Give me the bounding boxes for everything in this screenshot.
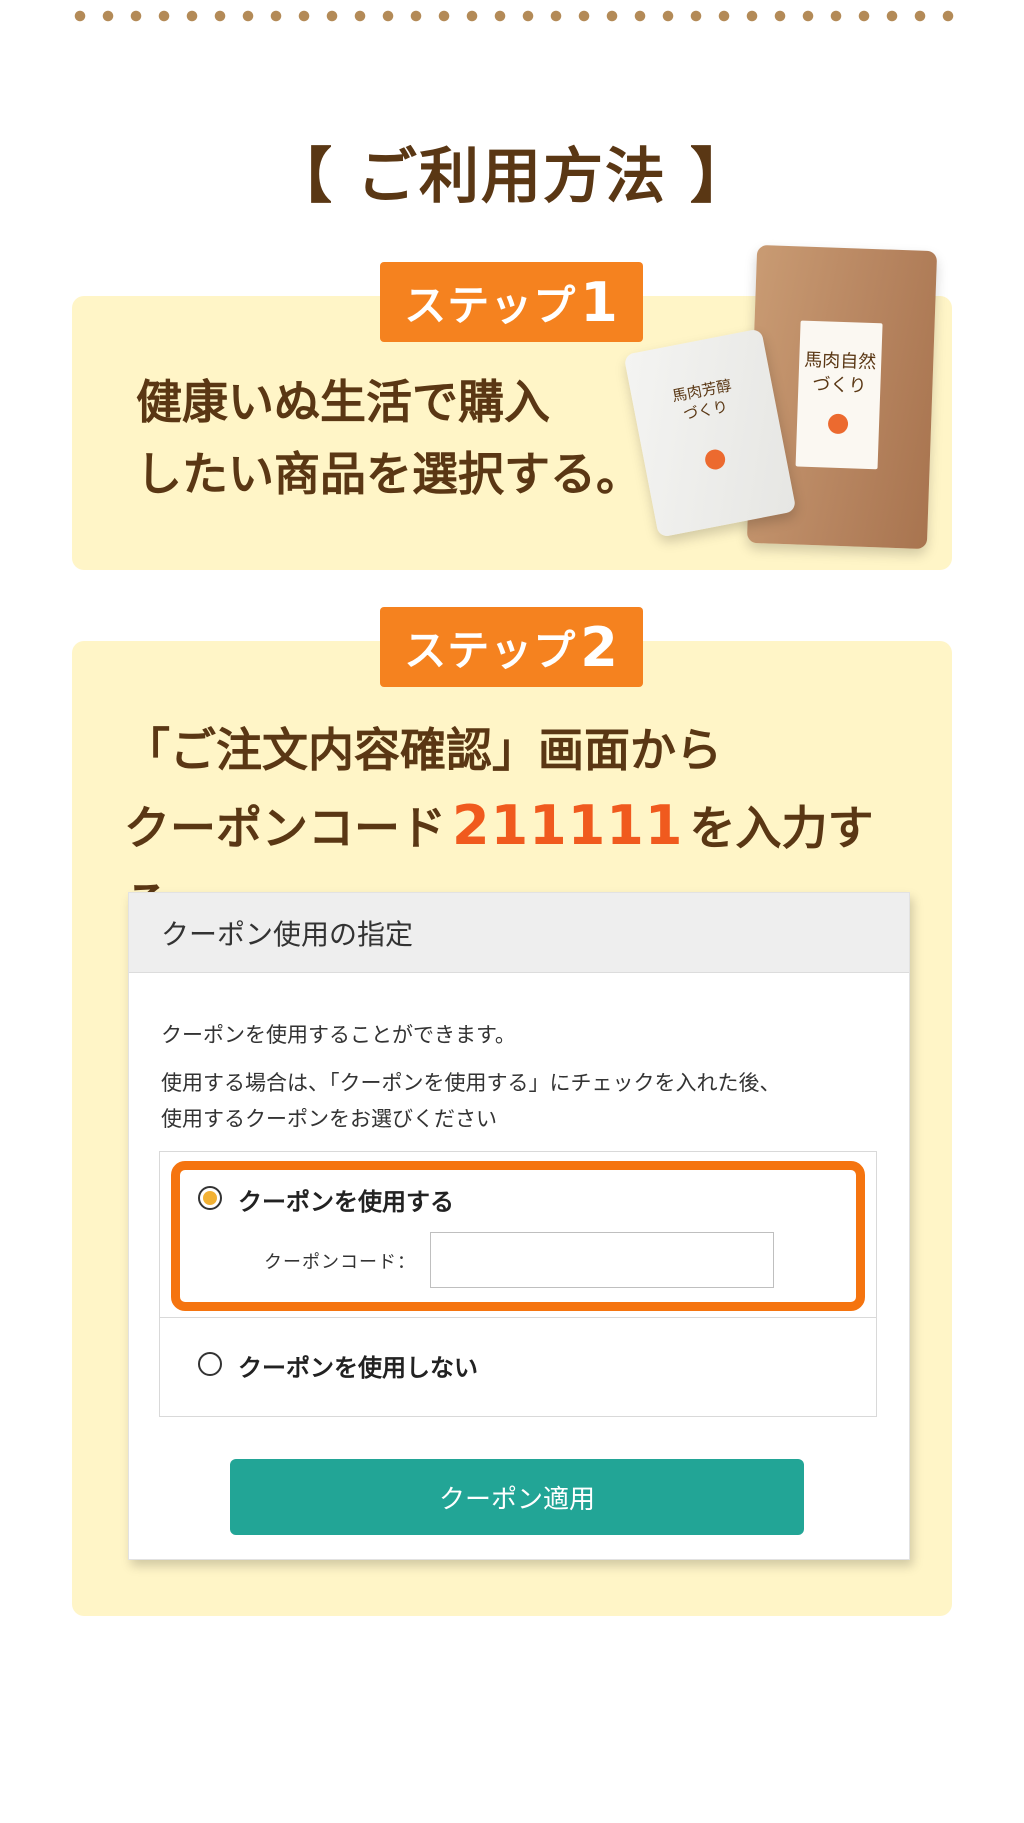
step2-line1: 「ご注文内容確認」画面から	[124, 723, 722, 777]
step1-line2: したい商品を選択する。	[136, 447, 642, 501]
step1-line1: 健康いぬ生活で購入	[136, 375, 550, 429]
product-logo-dot	[703, 447, 727, 472]
options-divider	[160, 1317, 876, 1318]
coupon-code-label: クーポンコード：	[264, 1252, 416, 1273]
step1-instruction: 健康いぬ生活で購入 したい商品を選択する。	[136, 366, 696, 510]
step2-badge-number: 2	[580, 615, 619, 679]
step2-line2-prefix: クーポンコード	[124, 801, 446, 855]
use-coupon-radio[interactable]	[198, 1186, 222, 1210]
step1-badge-number: 1	[580, 270, 619, 334]
no-coupon-label[interactable]: クーポンを使用しない	[238, 1348, 478, 1383]
coupon-instructions: 使用する場合は、「クーポンを使用する」にチェックを入れた後、 使用するクーポンを…	[161, 1071, 781, 1131]
coupon-panel-header: クーポン使用の指定	[129, 893, 909, 973]
step1-badge: ステップ 1	[380, 262, 643, 342]
coupon-options: クーポンを使用する クーポンコード： クーポンを使用しない	[159, 1151, 877, 1417]
coupon-code-highlight: 211111	[452, 794, 684, 857]
coupon-code-input[interactable]	[430, 1232, 774, 1288]
no-coupon-radio[interactable]	[198, 1352, 222, 1376]
page-title: 【 ご利用方法 】	[272, 142, 752, 212]
product-title: 馬肉芳醇 づくり	[670, 376, 733, 424]
coupon-description: クーポンを使用することができます。	[161, 1023, 516, 1047]
step1-badge-label: ステップ	[404, 280, 577, 330]
step2-badge-label: ステップ	[404, 625, 577, 675]
coupon-panel: クーポン使用の指定 クーポンを使用することができます。 使用する場合は、「クーポ…	[128, 892, 910, 1560]
use-coupon-label[interactable]: クーポンを使用する	[238, 1182, 454, 1217]
product-label: 馬肉自然 づくり	[795, 320, 883, 470]
product-title: 馬肉自然 づくり	[803, 349, 877, 397]
step2-badge: ステップ 2	[380, 607, 643, 687]
product-logo-dot	[827, 413, 849, 435]
dotted-divider	[66, 10, 960, 22]
apply-coupon-button[interactable]: クーポン適用	[230, 1459, 804, 1535]
